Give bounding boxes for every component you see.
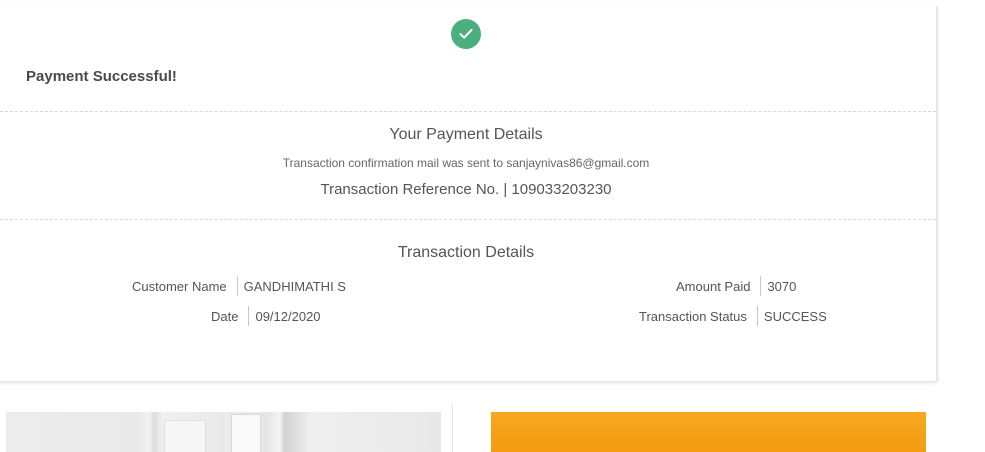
field-value: SUCCESS (763, 308, 827, 324)
field-label: Transaction Status (639, 308, 747, 324)
field-label: Date (211, 308, 239, 324)
transaction-status-row: Transaction Status SUCCESS (639, 306, 827, 326)
decor-box (164, 420, 206, 452)
payment-status-title: Payment Successful! (26, 68, 177, 85)
field-value: 09/12/2020 (255, 308, 321, 324)
field-value: 3070 (767, 278, 797, 294)
date-row: Date 09/12/2020 (211, 306, 321, 326)
promo-image-right[interactable] (491, 412, 926, 452)
field-label: Customer Name (132, 278, 227, 294)
promo-image-left[interactable] (6, 412, 441, 452)
promo-divider (452, 404, 453, 452)
confirmation-mail-text: Transaction confirmation mail was sent t… (282, 156, 650, 170)
field-label: Amount Paid (676, 278, 751, 294)
section-divider (0, 111, 936, 112)
payment-page: Payment Successful! Your Payment Details… (0, 0, 985, 452)
field-value: GANDHIMATHI S (243, 278, 346, 294)
section-divider (0, 219, 936, 220)
transaction-details-heading: Transaction Details (397, 244, 535, 261)
check-circle-icon (451, 19, 481, 49)
transaction-reference: Transaction Reference No. | 109033203230 (320, 181, 612, 198)
decor-box (231, 414, 261, 452)
payment-details-heading: Your Payment Details (389, 126, 543, 143)
amount-paid-row: Amount Paid 3070 (676, 276, 796, 296)
customer-name-row: Customer Name GANDHIMATHI S (132, 276, 346, 296)
